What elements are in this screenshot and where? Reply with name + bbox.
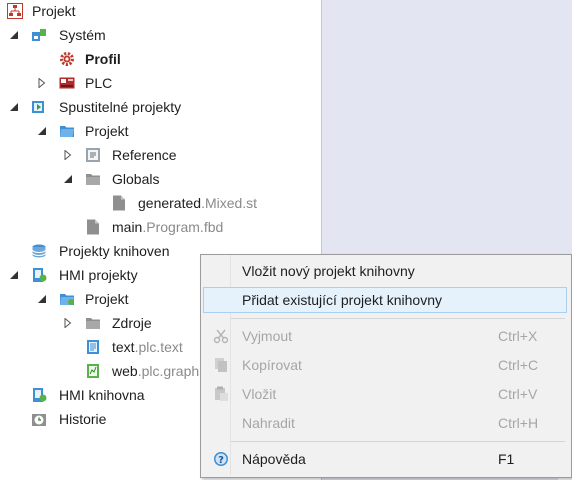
tree-label: Historie	[59, 411, 107, 427]
tree-label: Projekty knihoven	[59, 243, 170, 259]
tree-node-profil[interactable]: Profil	[0, 48, 320, 70]
svg-text:?: ?	[218, 455, 224, 466]
menu-item-paste[interactable]: Vložit Ctrl+V	[203, 381, 567, 407]
expanded-triangle-icon[interactable]	[9, 270, 19, 280]
graph-file-icon	[87, 364, 99, 378]
tree-node-system[interactable]: Systém	[0, 24, 320, 46]
system-icon	[32, 29, 46, 41]
menu-item-add-existing-library-project[interactable]: Přidat existující projekt knihovny	[203, 287, 567, 313]
paste-icon	[215, 386, 228, 401]
tree-node-history[interactable]: Historie	[0, 408, 200, 430]
tree-label: Zdroje	[112, 315, 152, 331]
tree-node-text-file[interactable]: text.plc.text	[0, 336, 200, 358]
tree-node-globals[interactable]: Globals	[0, 168, 320, 190]
tree-node-main-file[interactable]: main.Program.fbd	[0, 216, 320, 238]
tree-node-hmi-library[interactable]: HMI knihovna	[0, 384, 200, 406]
copy-icon	[215, 358, 227, 372]
folder-icon	[86, 318, 100, 329]
tree-label: Projekt	[32, 3, 76, 19]
collapsed-triangle-icon[interactable]	[37, 78, 47, 88]
executable-projects-icon	[32, 101, 44, 113]
project-root-icon	[7, 3, 23, 19]
tree-label: HMI knihovna	[59, 387, 145, 403]
tree-label: HMI projekty	[59, 267, 138, 283]
file-icon	[87, 219, 99, 235]
scissors-icon	[213, 329, 229, 344]
expanded-triangle-icon[interactable]	[37, 126, 47, 136]
expanded-triangle-icon[interactable]	[37, 294, 47, 304]
tree-label: Systém	[59, 27, 106, 43]
tree-node-executable-projects[interactable]: Spustitelné projekty	[0, 96, 320, 118]
tree-label: Reference	[112, 147, 177, 163]
project-folder-icon	[60, 126, 74, 137]
tree-label: web.plc.graph	[112, 363, 200, 379]
tree-label: PLC	[85, 75, 113, 91]
hmi-library-icon	[33, 388, 47, 402]
menu-item-cut[interactable]: Vyjmout Ctrl+X	[203, 323, 567, 349]
tree-label: Profil	[85, 51, 121, 67]
tree-node-projekt[interactable]: Projekt	[0, 0, 320, 22]
collapsed-triangle-icon[interactable]	[63, 318, 73, 328]
reference-icon	[86, 148, 100, 162]
menu-item-copy[interactable]: Kopírovat Ctrl+C	[203, 352, 567, 378]
tree-node-generated-file[interactable]: generated.Mixed.st	[0, 192, 320, 214]
file-icon	[113, 195, 125, 211]
tree-label: text.plc.text	[112, 339, 183, 355]
expanded-triangle-icon[interactable]	[9, 30, 19, 40]
tree-label: main.Program.fbd	[112, 219, 224, 235]
expanded-triangle-icon[interactable]	[63, 174, 73, 184]
help-icon: ?	[214, 452, 228, 466]
menu-item-help[interactable]: ? Nápověda F1	[203, 446, 567, 472]
plc-icon	[59, 77, 75, 89]
tree-label: Globals	[112, 171, 160, 187]
expanded-triangle-icon[interactable]	[9, 102, 19, 112]
hmi-projects-icon	[33, 268, 47, 282]
history-icon	[32, 414, 46, 426]
tree-node-reference[interactable]: Reference	[0, 144, 320, 166]
tree-node-plc[interactable]: PLC	[0, 72, 320, 94]
tree-label: Spustitelné projekty	[59, 99, 182, 115]
menu-separator	[231, 441, 565, 442]
context-menu: Vložit nový projekt knihovny Přidat exis…	[200, 254, 572, 478]
text-file-icon	[87, 340, 99, 354]
tree-label: generated.Mixed.st	[138, 195, 258, 211]
tree-label: Projekt	[85, 291, 129, 307]
folder-icon	[86, 174, 100, 185]
menu-item-new-library-project[interactable]: Vložit nový projekt knihovny	[203, 258, 567, 284]
menu-item-replace[interactable]: Nahradit Ctrl+H	[203, 410, 567, 436]
hmi-project-folder-icon	[60, 294, 74, 305]
tree-label: Projekt	[85, 123, 129, 139]
collapsed-triangle-icon[interactable]	[63, 150, 73, 160]
tree-node-exec-project[interactable]: Projekt	[0, 120, 320, 142]
tree-node-web-file[interactable]: web.plc.graph	[0, 360, 200, 382]
library-stack-icon	[32, 244, 46, 258]
gear-icon	[60, 52, 74, 66]
menu-separator	[231, 318, 565, 319]
